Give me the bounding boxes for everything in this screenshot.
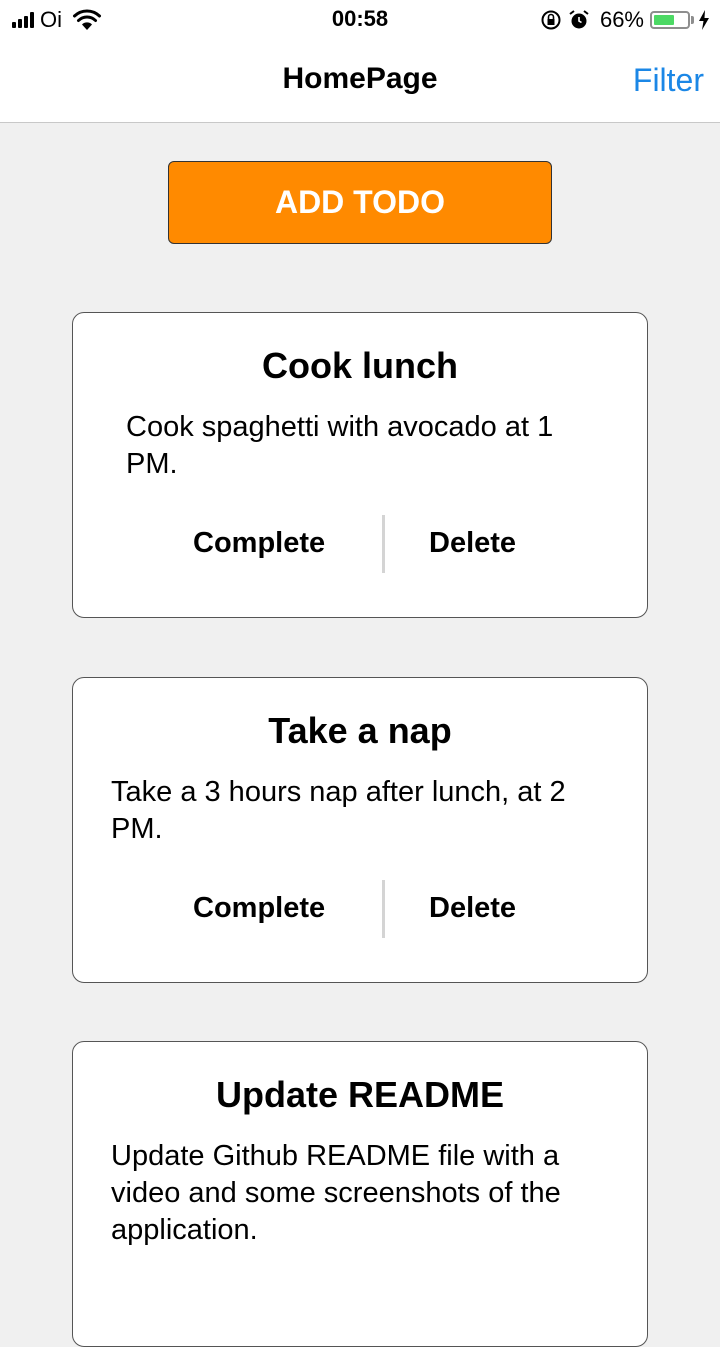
- todo-actions: Complete Delete: [73, 515, 647, 573]
- navigation-bar: HomePage Filter: [0, 40, 720, 123]
- todo-card: Cook lunch Cook spaghetti with avocado a…: [72, 312, 648, 618]
- todo-description-line: Cook spaghetti with avocado at 1: [126, 411, 554, 443]
- charging-bolt-icon: [699, 10, 709, 30]
- orientation-lock-icon: [541, 10, 561, 30]
- battery-cap: [691, 16, 694, 24]
- status-bar-right: 66%: [534, 6, 710, 34]
- todo-card: Take a nap Take a 3 hours nap after lunc…: [72, 677, 648, 983]
- todo-description-line: PM.: [111, 813, 163, 845]
- battery-percent: 66%: [599, 7, 644, 32]
- complete-button[interactable]: Complete: [193, 527, 325, 560]
- todo-description-line: application.: [111, 1214, 258, 1246]
- todo-title: Update README: [215, 1074, 505, 1115]
- todo-description-line: PM.: [126, 448, 178, 480]
- todo-description-line: video and some screenshots of the: [111, 1177, 561, 1209]
- todo-description-line: Update Github README file with a: [111, 1140, 560, 1172]
- battery-icon: [650, 11, 690, 29]
- delete-button[interactable]: Delete: [429, 527, 516, 560]
- action-divider: [382, 880, 385, 938]
- delete-button[interactable]: Delete: [429, 892, 516, 925]
- status-bar: Oi 00:58 66%: [0, 0, 720, 40]
- todo-actions: Complete Delete: [73, 880, 647, 938]
- todo-description: Take a 3 hours nap after lunch, at 2 PM.: [111, 774, 607, 848]
- todo-title: Cook lunch: [262, 345, 458, 386]
- filter-button[interactable]: Filter: [633, 62, 704, 99]
- action-divider: [382, 515, 385, 573]
- todo-title: Take a nap: [268, 710, 452, 751]
- alarm-icon: [569, 10, 589, 29]
- battery-level-fill: [654, 15, 674, 25]
- add-todo-button[interactable]: ADD TODO: [168, 161, 552, 244]
- todo-card: Update README Update Github README file …: [72, 1041, 648, 1347]
- todo-description-line: Take a 3 hours nap after lunch, at 2: [111, 776, 566, 808]
- complete-button[interactable]: Complete: [193, 892, 325, 925]
- page-title: HomePage: [282, 62, 438, 95]
- todo-description: Cook spaghetti with avocado at 1 PM.: [126, 409, 607, 483]
- todo-description: Update Github README file with a video a…: [111, 1138, 607, 1249]
